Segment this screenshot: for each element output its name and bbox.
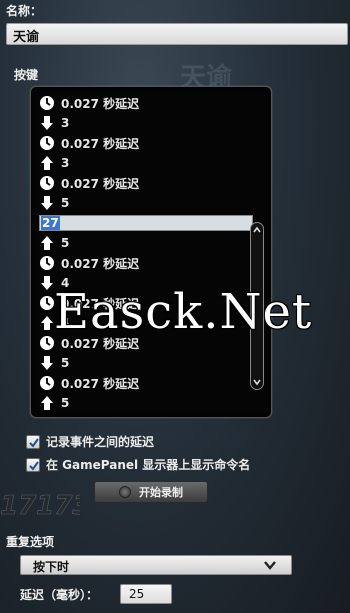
clock-icon xyxy=(40,336,54,350)
scroll-down-icon[interactable] xyxy=(253,378,261,386)
event-text: 3 xyxy=(61,156,70,170)
checkmark-icon xyxy=(29,460,39,471)
event-text: 3 xyxy=(61,116,70,130)
arrow-down-icon xyxy=(41,356,53,370)
event-row[interactable]: 3 xyxy=(39,113,271,133)
start-recording-label: 开始录制 xyxy=(139,486,183,499)
record-delays-option[interactable]: 记录事件之间的延迟 xyxy=(26,433,154,450)
selected-text: 27 xyxy=(41,216,60,230)
event-text: 0.027 秒延迟 xyxy=(61,96,140,111)
name-label: 名称： xyxy=(6,4,43,18)
show-command-name-option[interactable]: 在 GamePanel 显示器上显示命令名 xyxy=(26,456,250,473)
arrow-up-icon xyxy=(41,316,53,330)
delay-ms-input[interactable]: 25 xyxy=(120,584,172,604)
event-text: 5 xyxy=(61,396,70,410)
clock-icon xyxy=(40,256,54,270)
record-icon xyxy=(119,486,131,498)
svg-text:17173: 17173 xyxy=(0,491,80,520)
site-logo-17173: 17173 xyxy=(0,491,80,520)
event-row[interactable]: 5 xyxy=(39,393,271,413)
event-text: 5 xyxy=(61,196,70,210)
clock-icon xyxy=(40,96,54,110)
show-command-name-label: 在 GamePanel 显示器上显示命令名 xyxy=(46,458,251,472)
delay-ms-label: 延迟（毫秒）： xyxy=(20,588,99,602)
repeat-options-select[interactable]: 按下时 xyxy=(20,555,292,575)
clock-icon xyxy=(40,376,54,390)
event-row[interactable]: 5 xyxy=(39,193,271,213)
delay-edit-input[interactable]: 27 xyxy=(39,215,253,231)
checkmark-icon xyxy=(29,437,39,448)
keys-label: 按键 xyxy=(14,68,39,82)
show-command-name-checkbox[interactable] xyxy=(26,457,40,472)
event-row[interactable]: 0.027 秒延迟 xyxy=(39,93,271,113)
event-list: 0.027 秒延迟 3 0.027 秒延迟 3 0.027 秒延迟 5 27 5 0.027 秒… xyxy=(39,93,271,413)
event-edit-row[interactable]: 27 xyxy=(39,213,271,233)
event-text: 0.027 秒延迟 xyxy=(61,136,140,151)
event-text: 0.027 秒延迟 xyxy=(61,256,140,271)
event-text: 0.027 秒延迟 xyxy=(61,176,140,191)
event-text: 5 xyxy=(61,356,70,370)
repeat-options-label: 重复选项 xyxy=(6,535,55,549)
event-row[interactable]: 3 xyxy=(39,153,271,173)
arrow-down-icon xyxy=(41,276,53,290)
event-text: 0.027 秒延迟 xyxy=(61,376,140,391)
arrow-up-icon xyxy=(41,236,53,250)
chevron-down-icon xyxy=(264,561,276,570)
start-recording-button[interactable]: 开始录制 xyxy=(94,481,208,503)
event-row[interactable]: 5 xyxy=(39,233,271,253)
clock-icon xyxy=(40,136,54,150)
arrow-down-icon xyxy=(41,116,53,130)
event-row[interactable]: 0.027 秒延迟 xyxy=(39,173,271,193)
event-row[interactable]: 0.027 秒延迟 xyxy=(39,133,271,153)
event-row[interactable]: 0.027 秒延迟 xyxy=(39,373,271,393)
event-row[interactable]: 5 xyxy=(39,353,271,373)
arrow-down-icon xyxy=(41,196,53,210)
record-delays-label: 记录事件之间的延迟 xyxy=(46,435,155,449)
site-watermark: Easck.Net xyxy=(54,284,313,340)
key-events-list[interactable]: 0.027 秒延迟 3 0.027 秒延迟 3 0.027 秒延迟 5 27 5 0.027 秒… xyxy=(30,86,272,418)
arrow-up-icon xyxy=(41,396,53,410)
repeat-options-value: 按下时 xyxy=(33,560,70,574)
clock-icon xyxy=(40,176,54,190)
arrow-up-icon xyxy=(41,156,53,170)
scroll-up-icon[interactable] xyxy=(253,226,261,234)
name-field[interactable]: 天谕 xyxy=(6,23,348,45)
event-text: 5 xyxy=(61,236,70,250)
clock-icon xyxy=(40,296,54,310)
record-delays-checkbox[interactable] xyxy=(26,434,40,449)
event-row[interactable]: 0.027 秒延迟 xyxy=(39,253,271,273)
